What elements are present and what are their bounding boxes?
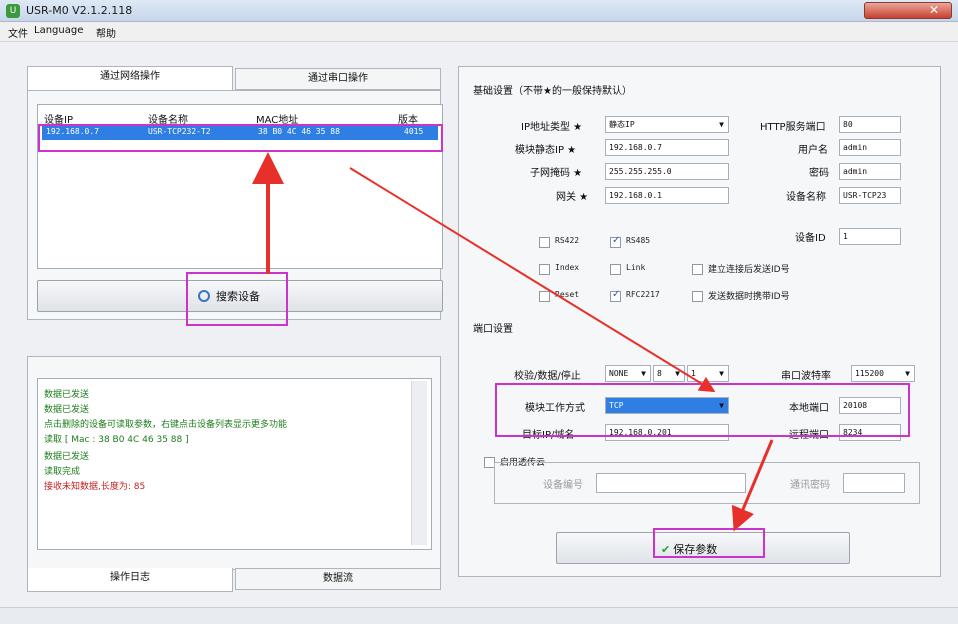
arrow-to-save-button (731, 439, 774, 532)
annotation-arrows (252, 152, 774, 532)
arrow-to-port-settings (349, 167, 716, 393)
